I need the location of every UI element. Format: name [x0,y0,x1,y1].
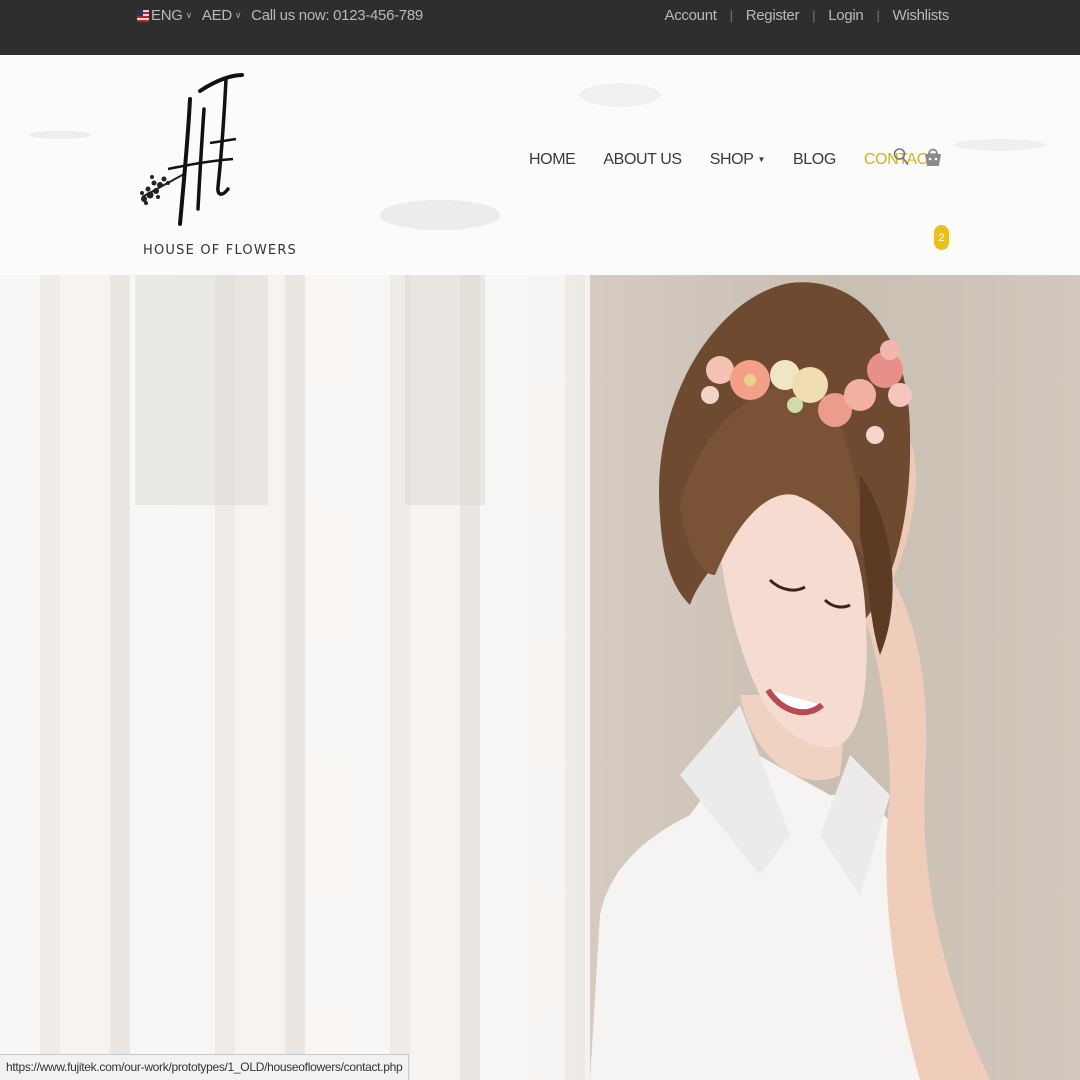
nav-home[interactable]: HOME [529,151,576,169]
divider: | [729,8,733,23]
currency-selector[interactable]: AED [202,7,232,24]
nav-shop[interactable]: SHOP ▼ [709,151,766,169]
logo-text[interactable]: HOUSE OF FLOWERS [143,243,297,258]
cart-icon[interactable] [923,146,943,168]
status-bar-url: https://www.fujitek.com/our-work/prototy… [0,1054,410,1080]
caret-down-icon: ▼ [757,155,765,165]
search-icon[interactable] [893,147,909,167]
divider: | [876,8,880,23]
divider: | [812,8,816,23]
hero-image: https://www.fujitek.com/our-work/prototy… [0,275,1080,1080]
window-pane [135,275,268,505]
chevron-down-icon[interactable]: ∨ [186,10,193,21]
top-bar: ENG ∨ AED ∨ Call us now: 0123-456-789 Ac… [0,0,1080,55]
nav-shop-label: SHOP [709,151,754,168]
logo-mark[interactable] [138,69,248,264]
nav-about-us[interactable]: ABOUT US [603,151,682,169]
site-header: HOUSE OF FLOWERS HOME ABOUT US SHOP ▼ BLO… [0,55,1080,276]
top-bar-left: ENG ∨ AED ∨ Call us now: 0123-456-789 [137,7,423,24]
hero-curtain [0,275,590,1080]
window-pane [405,275,485,505]
language-selector[interactable]: ENG [151,7,183,24]
cart-count-badge[interactable]: 2 [934,225,949,250]
register-link[interactable]: Register [746,7,800,24]
login-link[interactable]: Login [828,7,864,24]
chevron-down-icon[interactable]: ∨ [235,10,242,21]
phone-text: Call us now: 0123-456-789 [251,7,423,24]
nav-blog[interactable]: BLOG [793,151,836,169]
top-bar-links: Account | Register | Login | Wishlists [665,7,950,24]
wishlists-link[interactable]: Wishlists [893,7,950,24]
account-link[interactable]: Account [665,7,717,24]
woman-with-flower-crown-photo [590,282,990,1080]
us-flag-icon [137,9,149,22]
